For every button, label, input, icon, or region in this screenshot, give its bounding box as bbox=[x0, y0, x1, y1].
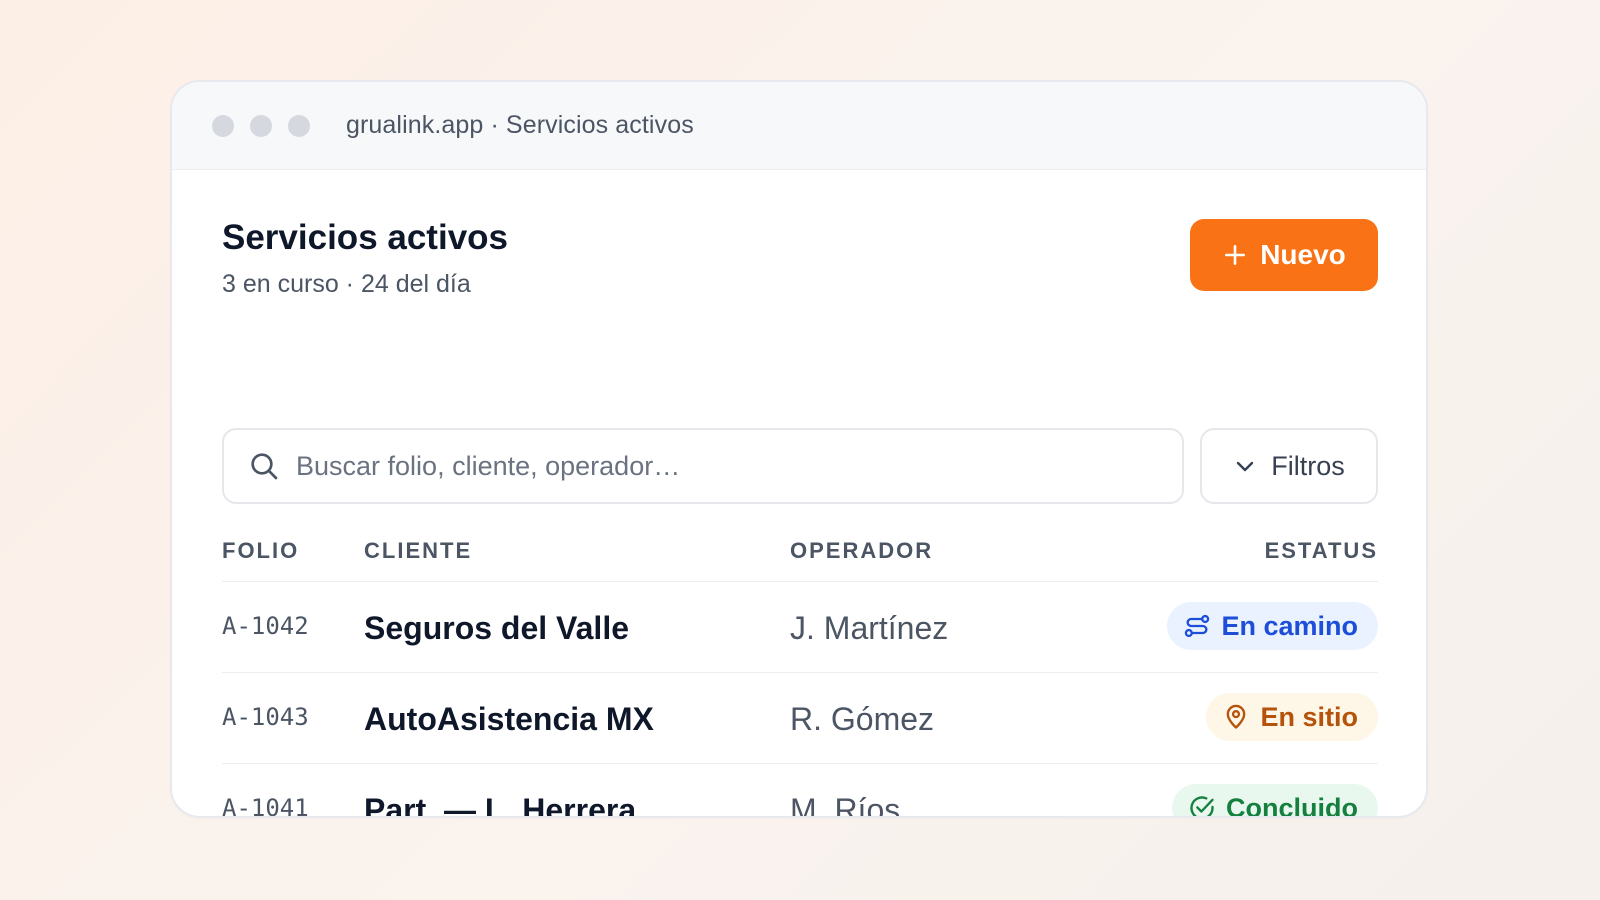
search-input[interactable] bbox=[296, 450, 1156, 482]
new-service-button[interactable]: Nuevo bbox=[1190, 219, 1378, 291]
operador-cell: M. Ríos bbox=[790, 792, 901, 818]
folio-cell: A-1041 bbox=[222, 794, 309, 818]
page-title: Servicios activos bbox=[222, 218, 508, 257]
window-maximize-dot[interactable] bbox=[288, 114, 310, 137]
window-minimize-dot[interactable] bbox=[250, 114, 272, 137]
status-badge: En sitio bbox=[1206, 693, 1378, 741]
status-label: En camino bbox=[1221, 610, 1358, 641]
new-service-label: Nuevo bbox=[1260, 239, 1346, 270]
filters-label: Filtros bbox=[1271, 450, 1345, 481]
column-header-estatus[interactable]: ESTATUS bbox=[1265, 538, 1378, 564]
column-header-folio[interactable]: FOLIO bbox=[222, 538, 299, 564]
main-content: Servicios activos 3 en curso · 24 del dí… bbox=[222, 170, 1378, 816]
column-header-operador[interactable]: OPERADOR bbox=[790, 538, 933, 564]
cliente-cell: Seguros del Valle bbox=[364, 610, 629, 646]
table-row[interactable]: A-1041 Part. — L. Herrera M. Ríos Conclu… bbox=[222, 764, 1378, 818]
status-label: En sitio bbox=[1260, 701, 1358, 732]
window-close-dot[interactable] bbox=[212, 114, 234, 137]
filters-button[interactable]: Filtros bbox=[1200, 428, 1378, 504]
chevron-down-icon bbox=[1233, 454, 1257, 478]
title-bar: grualink.app · Servicios activos bbox=[172, 82, 1426, 170]
app-window: grualink.app · Servicios activos Servici… bbox=[170, 80, 1428, 818]
folio-cell: A-1042 bbox=[222, 612, 309, 640]
page-subtitle: 3 en curso · 24 del día bbox=[222, 270, 471, 298]
search-box[interactable] bbox=[222, 428, 1184, 504]
window-title: grualink.app · Servicios activos bbox=[346, 111, 694, 139]
check-circle-icon bbox=[1188, 794, 1216, 816]
search-icon bbox=[248, 450, 280, 482]
cliente-cell: Part. — L. Herrera bbox=[364, 792, 637, 818]
table-row[interactable]: A-1043 AutoAsistencia MX R. Gómez En sit… bbox=[222, 673, 1378, 764]
status-badge: Concluido bbox=[1172, 784, 1378, 818]
table-row[interactable]: A-1042 Seguros del Valle J. Martínez En … bbox=[222, 582, 1378, 673]
toolbar: Filtros bbox=[222, 428, 1378, 504]
plus-icon bbox=[1222, 242, 1248, 268]
route-icon bbox=[1183, 612, 1211, 640]
column-header-cliente[interactable]: CLIENTE bbox=[364, 538, 472, 564]
services-table: FOLIO CLIENTE OPERADOR ESTATUS A-1042 Se… bbox=[222, 518, 1378, 818]
map-pin-icon bbox=[1222, 703, 1250, 731]
operador-cell: J. Martínez bbox=[790, 610, 949, 646]
status-label: Concluido bbox=[1226, 792, 1358, 818]
folio-cell: A-1043 bbox=[222, 703, 309, 731]
cliente-cell: AutoAsistencia MX bbox=[364, 701, 654, 737]
operador-cell: R. Gómez bbox=[790, 701, 935, 737]
table-header: FOLIO CLIENTE OPERADOR ESTATUS bbox=[222, 518, 1378, 582]
page-header: Servicios activos 3 en curso · 24 del dí… bbox=[222, 170, 1378, 320]
status-badge: En camino bbox=[1167, 602, 1378, 650]
